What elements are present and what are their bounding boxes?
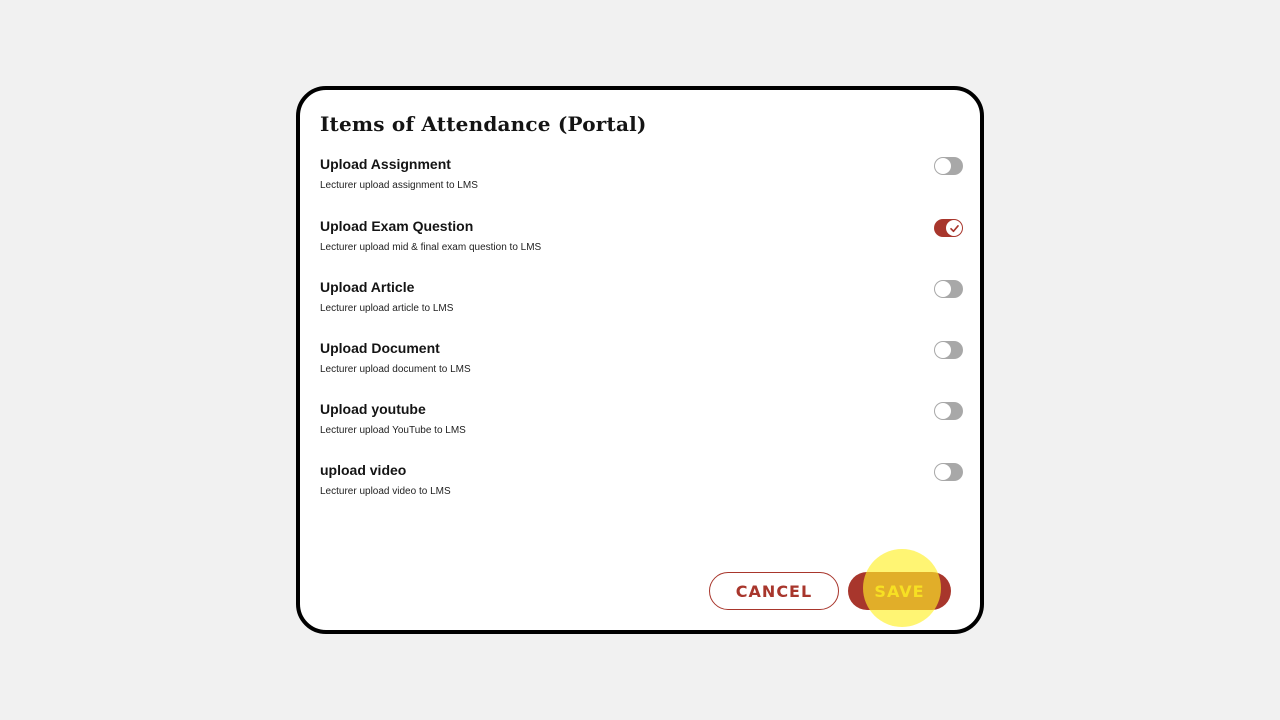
toggle-upload-exam-question[interactable] <box>934 219 963 237</box>
toggle-knob <box>935 281 951 297</box>
item-label: Upload youtube <box>320 401 426 417</box>
toggle-upload-youtube[interactable] <box>934 402 963 420</box>
list-item-upload-article: Upload Article Lecturer upload article t… <box>320 279 964 323</box>
item-label: Upload Exam Question <box>320 218 474 234</box>
item-description: Lecturer upload YouTube to LMS <box>320 425 466 436</box>
item-label: Upload Article <box>320 279 415 295</box>
item-label: Upload Document <box>320 340 440 356</box>
toggle-upload-article[interactable] <box>934 280 963 298</box>
list-item-upload-assignment: Upload Assignment Lecturer upload assign… <box>320 156 964 200</box>
toggle-upload-video[interactable] <box>934 463 963 481</box>
modal-title: Items of Attendance (Portal) <box>320 112 647 136</box>
toggle-knob <box>946 220 962 236</box>
item-description: Lecturer upload article to LMS <box>320 303 454 314</box>
list-item-upload-document: Upload Document Lecturer upload document… <box>320 340 964 384</box>
item-description: Lecturer upload video to LMS <box>320 486 451 497</box>
list-item-upload-video: upload video Lecturer upload video to LM… <box>320 462 964 506</box>
item-label: Upload Assignment <box>320 156 451 172</box>
toggle-upload-document[interactable] <box>934 341 963 359</box>
item-description: Lecturer upload mid & final exam questio… <box>320 242 542 253</box>
list-item-upload-exam-question: Upload Exam Question Lecturer upload mid… <box>320 218 964 262</box>
item-label: upload video <box>320 462 407 478</box>
list-item-upload-youtube: Upload youtube Lecturer upload YouTube t… <box>320 401 964 445</box>
toggle-knob <box>935 342 951 358</box>
toggle-knob <box>935 403 951 419</box>
item-description: Lecturer upload document to LMS <box>320 364 471 375</box>
toggle-knob <box>935 464 951 480</box>
item-description: Lecturer upload assignment to LMS <box>320 180 478 191</box>
save-button[interactable]: SAVE <box>848 572 951 610</box>
attendance-items-modal: Items of Attendance (Portal) Upload Assi… <box>296 86 984 634</box>
toggle-knob <box>935 158 951 174</box>
cancel-button[interactable]: CANCEL <box>709 572 839 610</box>
check-icon <box>949 224 959 232</box>
toggle-upload-assignment[interactable] <box>934 157 963 175</box>
